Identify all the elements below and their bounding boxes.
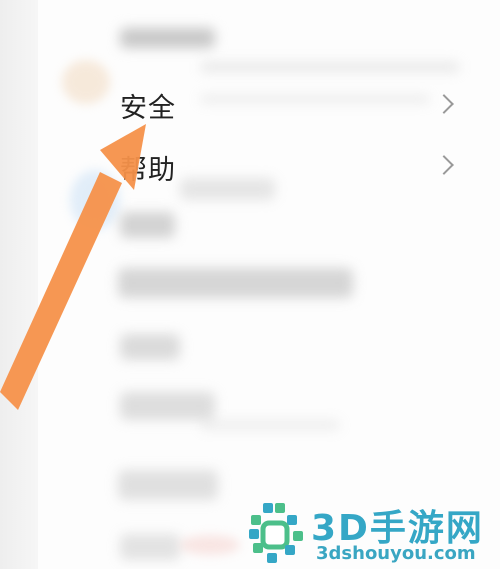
blurred-avatar xyxy=(62,60,110,104)
site-watermark: 3D手游网 3dshouyou.com xyxy=(245,497,500,569)
blurred-row xyxy=(120,212,175,238)
blurred-row xyxy=(200,62,460,72)
menu-item-security[interactable]: 安全 xyxy=(120,86,176,125)
logo-icon xyxy=(249,503,303,563)
blurred-row xyxy=(120,334,180,360)
blurred-row xyxy=(200,95,430,103)
blurred-avatar xyxy=(180,535,240,555)
watermark-site: 3dshouyou.com xyxy=(316,543,476,564)
menu-item-label: 帮助 xyxy=(120,155,176,186)
blurred-row xyxy=(118,470,218,500)
menu-item-label: 安全 xyxy=(120,93,176,124)
blurred-row xyxy=(180,178,275,200)
blurred-row xyxy=(200,420,340,430)
settings-screen: 安全 帮助 3D手游网 3dshouyou.com xyxy=(0,0,500,569)
menu-item-help[interactable]: 帮助 xyxy=(120,148,176,187)
blurred-row xyxy=(120,392,215,420)
blurred-row xyxy=(120,534,180,560)
blurred-avatar xyxy=(70,170,120,230)
left-panel-edge xyxy=(0,0,38,569)
blurred-row xyxy=(118,268,353,298)
blurred-row xyxy=(120,28,215,48)
